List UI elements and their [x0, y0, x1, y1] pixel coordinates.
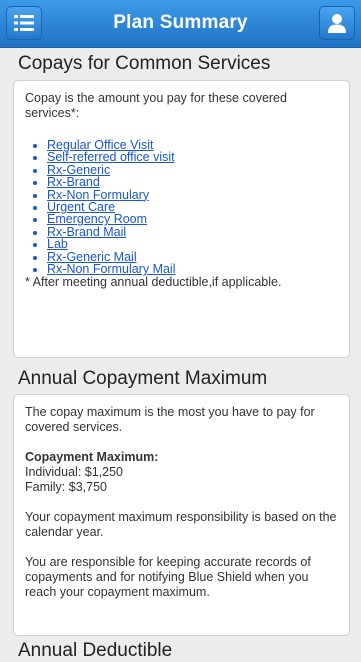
copay-max-intro: The copay maximum is the most you have t…	[25, 405, 315, 434]
copay-max-individual: Individual: $1,250	[25, 465, 123, 479]
list-item: Rx-Brand Mail	[47, 226, 337, 239]
copay-max-note-records: You are responsible for keeping accurate…	[25, 555, 311, 599]
copay-max-family: Family: $3,750	[25, 480, 107, 494]
menu-icon	[14, 15, 34, 31]
copay-max-panel: The copay maximum is the most you have t…	[13, 394, 350, 636]
copays-intro: Copay is the amount you pay for these co…	[25, 91, 287, 120]
copay-max-label: Copayment Maximum:	[25, 450, 159, 464]
deductible-section-title: Annual Deductible	[18, 640, 173, 661]
user-button[interactable]	[319, 6, 355, 40]
copay-max-section-title: Annual Copayment Maximum	[18, 368, 268, 389]
menu-button[interactable]	[6, 6, 42, 40]
copay-link[interactable]: Rx-Non Formulary Mail	[47, 262, 176, 276]
copays-panel: Copay is the amount you pay for these co…	[13, 80, 350, 358]
copays-section-title: Copays for Common Services	[18, 53, 271, 74]
copay-max-note-calendar: Your copayment maximum responsibility is…	[25, 510, 337, 539]
user-icon	[328, 14, 346, 33]
list-item: Rx-Non Formulary Mail	[47, 262, 337, 276]
app-header: Plan Summary	[0, 0, 361, 48]
page-title: Plan Summary	[113, 12, 248, 33]
copays-footnote: * After meeting annual deductible,if app…	[25, 275, 282, 290]
copay-links-list: Regular Office Visit Self-referred offic…	[25, 139, 337, 276]
